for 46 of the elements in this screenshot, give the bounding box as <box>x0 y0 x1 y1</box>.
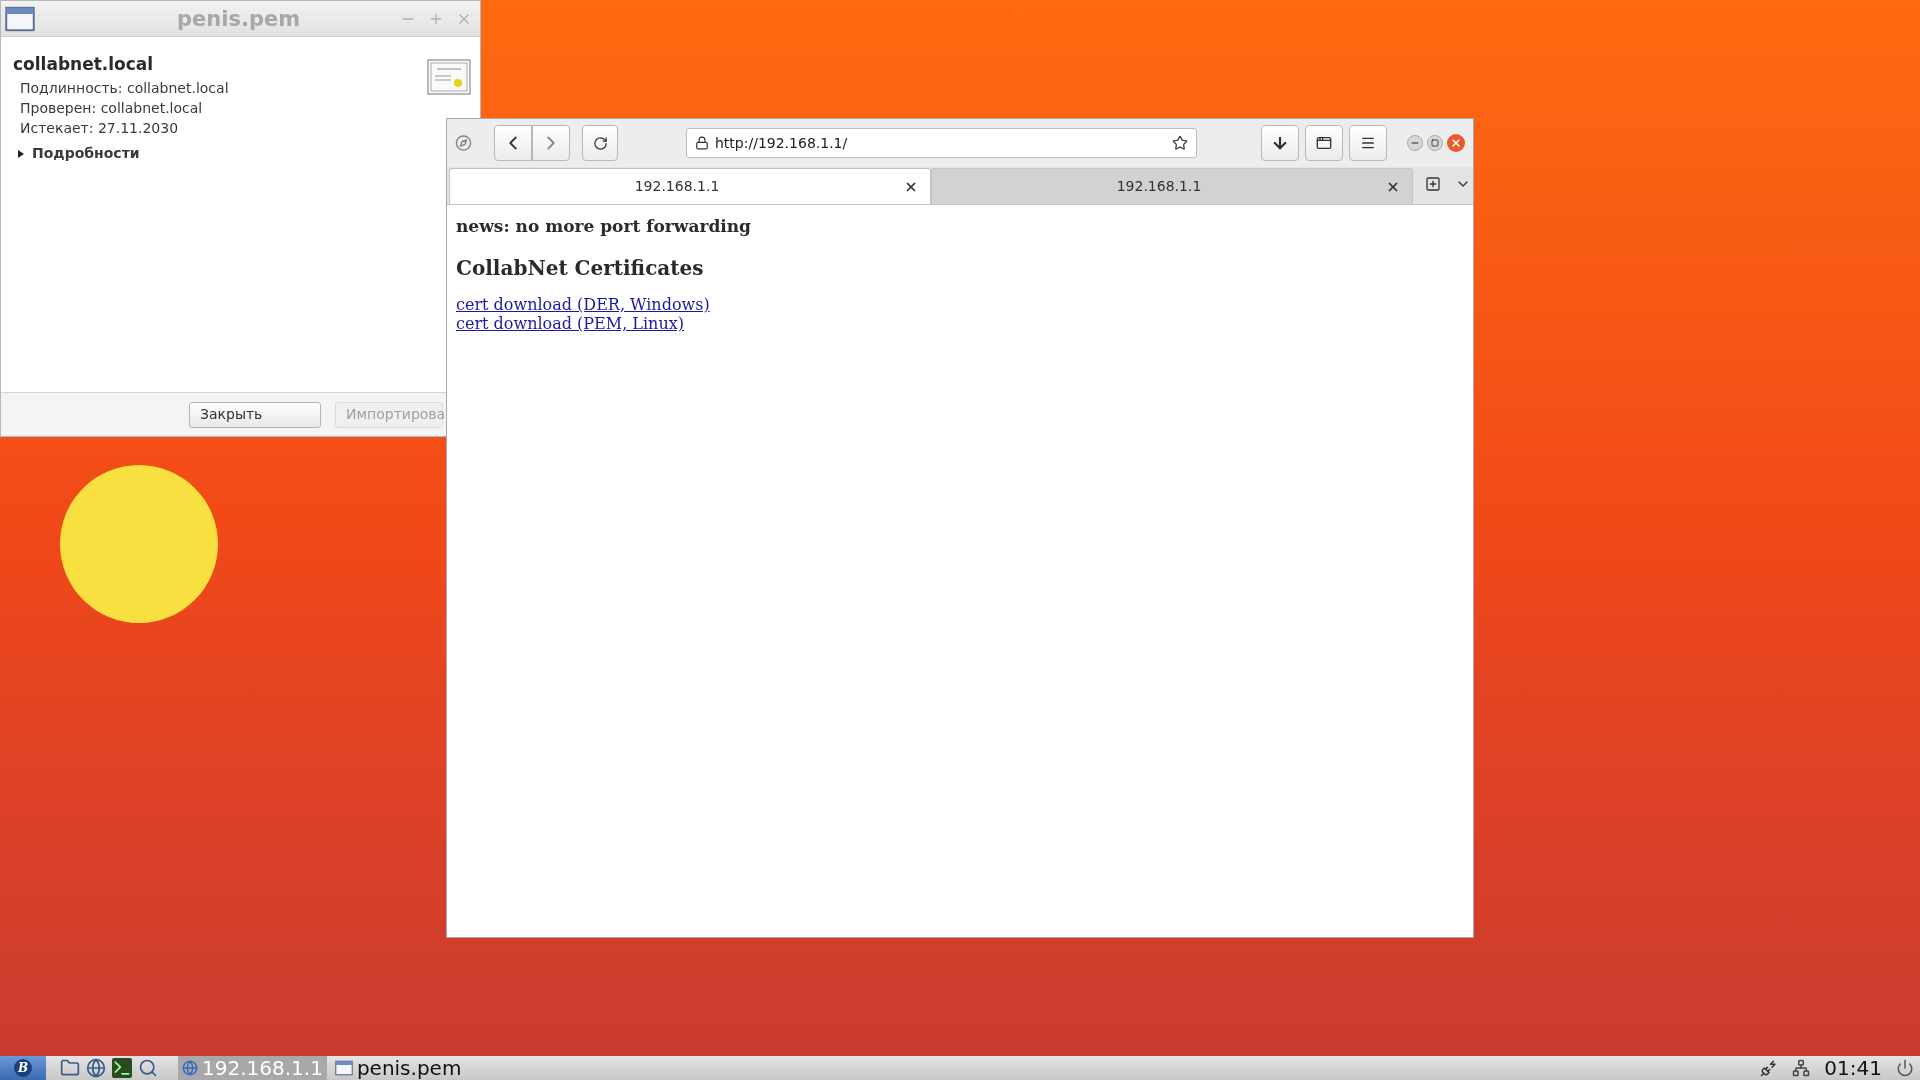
download-icon <box>1271 134 1289 152</box>
certificate-icon <box>427 59 471 95</box>
browser-tab[interactable]: 192.168.1.1 <box>449 168 931 204</box>
bookmark-star-icon[interactable] <box>1172 135 1188 151</box>
terminal-icon[interactable] <box>112 1058 132 1078</box>
download-button[interactable] <box>1261 125 1299 161</box>
maximize-icon <box>1431 139 1439 147</box>
download-link[interactable]: cert download (PEM, Linux) <box>456 314 684 333</box>
page-heading: CollabNet Certificates <box>456 255 705 282</box>
network-icon[interactable] <box>1792 1059 1811 1077</box>
search-icon[interactable] <box>138 1058 158 1078</box>
lock-icon <box>695 136 709 150</box>
close-icon <box>1450 137 1462 149</box>
back-button[interactable] <box>494 125 532 161</box>
minimize-button[interactable] <box>1407 135 1423 151</box>
globe-icon[interactable] <box>86 1058 106 1078</box>
reload-button[interactable] <box>582 125 618 161</box>
url-field[interactable]: http://192.168.1.1/ <box>686 128 1197 158</box>
globe-icon <box>182 1060 198 1076</box>
window-icon <box>334 1060 353 1076</box>
maximize-button[interactable] <box>1427 135 1443 151</box>
clock[interactable]: 01:41 <box>1824 1058 1882 1078</box>
new-tab-icon[interactable] <box>1425 176 1441 192</box>
close-button[interactable] <box>1447 134 1465 152</box>
taskbar-task[interactable]: penis.pem <box>330 1056 466 1080</box>
download-link[interactable]: cert download (DER, Windows) <box>456 295 710 314</box>
certificate-field: Проверен: collabnet.local <box>20 98 203 118</box>
window-icon <box>1316 135 1332 151</box>
power-icon[interactable] <box>1896 1059 1914 1077</box>
reload-icon <box>592 135 608 151</box>
menu-button[interactable] <box>1349 125 1387 161</box>
start-button[interactable]: B <box>0 1056 46 1080</box>
bookmarks-button[interactable] <box>1305 125 1343 161</box>
certificate-field: Подлинность: collabnet.local <box>20 78 229 98</box>
menu-icon <box>1360 135 1376 151</box>
power-plug-icon[interactable] <box>1760 1059 1779 1077</box>
browser-tab[interactable]: 192.168.1.1 <box>931 168 1413 204</box>
compass-icon <box>455 134 472 152</box>
details-expander[interactable]: Подробности <box>18 143 140 164</box>
folder-icon[interactable] <box>60 1058 80 1078</box>
certificate-subject: collabnet.local <box>13 53 155 75</box>
news-text: news: no more port forwarding <box>456 215 752 238</box>
window-icon <box>5 5 35 32</box>
dialog-button[interactable]: Закрыть <box>189 401 321 428</box>
window-title: penis.pem <box>177 6 301 33</box>
certificate-field: Истекает: 27.11.2030 <box>20 118 179 138</box>
